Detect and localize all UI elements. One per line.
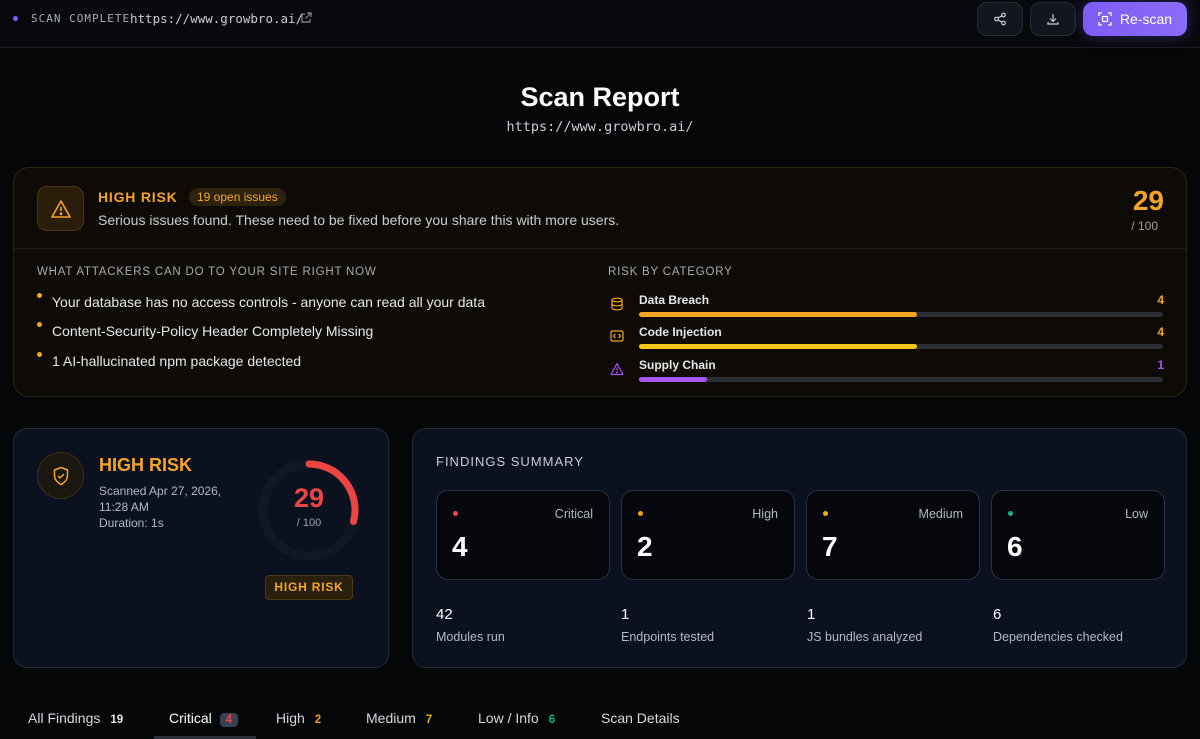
tab-scan-details[interactable]: Scan Details: [601, 710, 680, 739]
category-count: 4: [1157, 293, 1164, 307]
download-icon: [1047, 14, 1059, 25]
top-bar: SCAN COMPLETE https://www.growbro.ai/ Re…: [0, 0, 1200, 48]
attack-bullet: [37, 293, 42, 298]
category-count: 4: [1157, 325, 1164, 339]
attack-item: Your database has no access controls - a…: [52, 294, 485, 310]
severity-card-high[interactable]: High 2: [621, 490, 795, 580]
tab-label: High: [276, 710, 305, 726]
warning-icon-box: [37, 186, 84, 231]
category-bar-fill: [639, 312, 917, 317]
severity-count: 2: [637, 531, 653, 562]
shield-icon-box: [37, 452, 84, 499]
category-bar-fill: [639, 344, 917, 349]
scan-icon: [1098, 12, 1112, 26]
tab-low-info[interactable]: Low / Info 6: [478, 710, 555, 739]
severity-label: Low: [1125, 507, 1148, 521]
category-count: 1: [1157, 358, 1164, 372]
tab-count: 4: [219, 713, 239, 727]
stat-label: Dependencies checked: [993, 630, 1123, 644]
scanned-url: https://www.growbro.ai/: [130, 11, 304, 26]
tab-high[interactable]: High 2: [276, 710, 321, 739]
attack-item: 1 AI-hallucinated npm package detected: [52, 353, 302, 369]
severity-label: High: [752, 507, 778, 521]
findings-summary-title: FINDINGS SUMMARY: [436, 454, 584, 469]
share-button[interactable]: [977, 2, 1023, 36]
download-button[interactable]: [1030, 2, 1076, 36]
category-bar-fill: [639, 377, 708, 382]
severity-card-low[interactable]: Low 6: [991, 490, 1165, 580]
stat-value: 1: [807, 606, 816, 623]
risk-badge: HIGH RISK: [265, 575, 353, 600]
severity-label: Critical: [554, 507, 593, 521]
risk-title: HIGH RISK: [99, 455, 193, 475]
severity-count: 6: [1007, 531, 1023, 562]
attack-bullet: [37, 352, 42, 357]
severity-dot: [453, 511, 458, 516]
tab-label: Medium: [366, 710, 416, 726]
severity-card-medium[interactable]: Medium 7: [806, 490, 980, 580]
severity-dot: [638, 511, 643, 516]
gauge-score: 29: [293, 483, 325, 513]
page-url: https://www.growbro.ai/: [506, 119, 694, 135]
open-issues-badge: 19 open issues: [189, 188, 286, 206]
tab-all-findings[interactable]: All Findings 19: [28, 710, 123, 739]
stat-label: JS bundles analyzed: [807, 630, 923, 644]
category-label: Code Injection: [639, 325, 722, 339]
tab-label: Critical: [169, 710, 212, 726]
tab-count: 2: [314, 714, 322, 726]
tab-count: 6: [548, 714, 556, 726]
category-bar: [639, 377, 1163, 382]
tab-label: All Findings: [28, 710, 101, 726]
code-icon: [610, 330, 624, 342]
attack-item: Content-Security-Policy Header Completel…: [52, 323, 374, 339]
gauge-score-max: / 100: [296, 517, 322, 529]
category-bar: [639, 312, 1163, 317]
external-link-icon[interactable]: [300, 12, 312, 24]
severity-count: 7: [822, 531, 838, 562]
rescan-button[interactable]: Re-scan: [1083, 2, 1187, 36]
attack-bullet: [37, 322, 42, 327]
warning-icon: [50, 199, 71, 218]
severity-count: 4: [452, 531, 468, 562]
tab-critical[interactable]: Critical 4: [169, 710, 239, 739]
stat-label: Modules run: [436, 630, 505, 644]
stat-value: 1: [621, 606, 630, 623]
risk-score-max: / 100: [1131, 219, 1158, 233]
stat-label: Endpoints tested: [621, 630, 715, 644]
risk-banner: HIGH RISK 19 open issues Serious issues …: [13, 167, 1187, 397]
warning-triangle-icon: [610, 362, 624, 376]
severity-dot: [1008, 511, 1013, 516]
tab-medium[interactable]: Medium 7: [366, 710, 432, 739]
severity-dot: [823, 511, 828, 516]
tab-count: 19: [110, 714, 124, 726]
page-title: Scan Report: [520, 82, 680, 112]
category-bar: [639, 344, 1163, 349]
risk-level-label: HIGH RISK: [98, 189, 178, 205]
status-dot: [13, 16, 18, 21]
category-label: Supply Chain: [639, 358, 716, 372]
scan-date: Scanned Apr 27, 2026,: [99, 484, 222, 498]
severity-label: Medium: [918, 507, 963, 521]
attackers-heading: WHAT ATTACKERS CAN DO TO YOUR SITE RIGHT…: [37, 266, 377, 278]
tab-count: 7: [425, 714, 433, 726]
share-icon: [994, 12, 1006, 26]
rescan-label: Re-scan: [1119, 11, 1173, 27]
scan-status: SCAN COMPLETE: [31, 12, 131, 25]
scan-time: 11:28 AM: [99, 500, 149, 514]
risk-score-card: HIGH RISK Scanned Apr 27, 2026, 11:28 AM…: [13, 428, 389, 668]
category-label: Data Breach: [639, 293, 710, 307]
category-heading: RISK BY CATEGORY: [608, 266, 733, 278]
scan-duration: Duration: 1s: [99, 516, 164, 530]
risk-description: Serious issues found. These need to be f…: [98, 212, 620, 228]
stat-value: 42: [436, 606, 453, 623]
database-icon: [611, 297, 623, 311]
shield-icon: [53, 466, 68, 485]
banner-summary: HIGH RISK 19 open issues Serious issues …: [14, 168, 1186, 249]
tab-label: Scan Details: [601, 710, 680, 726]
findings-summary-card: FINDINGS SUMMARY Critical 4 High 2 Mediu…: [412, 428, 1187, 668]
severity-card-critical[interactable]: Critical 4: [436, 490, 610, 580]
stat-value: 6: [993, 606, 1002, 623]
tab-label: Low / Info: [478, 710, 539, 726]
risk-score: 29: [1132, 185, 1164, 216]
